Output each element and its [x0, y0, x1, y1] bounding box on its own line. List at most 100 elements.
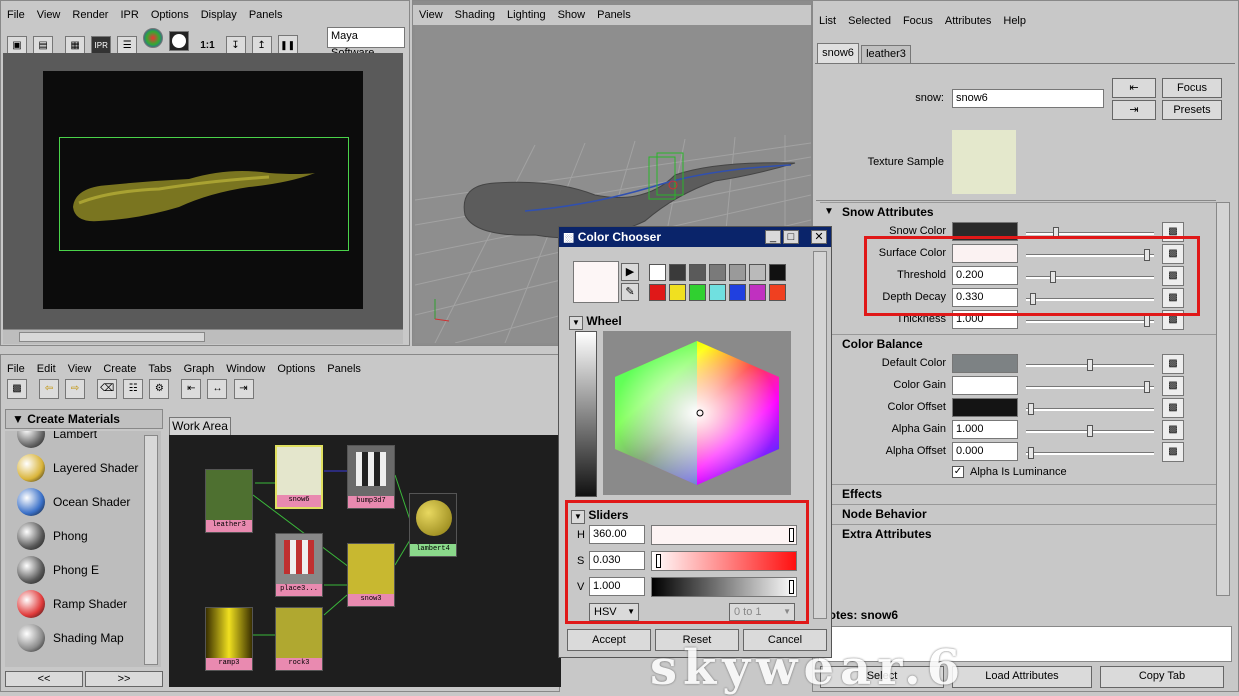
attr-slider[interactable]	[1026, 359, 1154, 371]
render-scroll-thumb[interactable]	[19, 332, 205, 342]
palette-swatch[interactable]	[729, 264, 746, 281]
node-bump3d7[interactable]: bump3d7	[347, 445, 395, 509]
viewport-menu-lighting[interactable]: Lighting	[507, 9, 546, 21]
hs-menu-view[interactable]: View	[68, 363, 92, 375]
node-behavior-header[interactable]: Node Behavior	[820, 504, 1216, 522]
toggle-panels-icon[interactable]: ▩	[7, 379, 27, 399]
render-menu-options[interactable]: Options	[151, 9, 189, 21]
hue-hexagon[interactable]	[603, 331, 791, 495]
color-balance-header[interactable]: Color Balance	[820, 334, 1216, 352]
presets-button[interactable]: Presets	[1162, 100, 1222, 120]
materials-scrollbar[interactable]	[144, 435, 158, 665]
map-texture-button[interactable]: ▩	[1162, 376, 1184, 396]
extra-attributes-header[interactable]: Extra Attributes	[820, 524, 1216, 542]
nav-next-button[interactable]: >>	[85, 671, 163, 687]
ae-menu-focus[interactable]: Focus	[903, 15, 933, 27]
node-leather3[interactable]: leather3	[205, 469, 253, 533]
v-slider[interactable]	[651, 577, 797, 597]
apply-arrow-icon[interactable]: ▶	[621, 263, 639, 281]
render-menu-panels[interactable]: Panels	[249, 9, 283, 21]
value-strip[interactable]	[575, 331, 597, 497]
attr-color-swatch[interactable]	[952, 354, 1018, 373]
attr-slider[interactable]	[1026, 447, 1154, 459]
work-area[interactable]: leather3 snow6 bump3d7 lambert4 place3..…	[169, 435, 561, 687]
create-materials-header[interactable]: ▼ Create Materials	[5, 409, 163, 429]
color-wheel[interactable]	[603, 331, 791, 495]
node-name-field[interactable]: snow6	[952, 89, 1104, 108]
s-slider-handle[interactable]	[656, 554, 661, 568]
input-connections-icon[interactable]: ⇤	[181, 379, 202, 399]
hs-menu-tabs[interactable]: Tabs	[148, 363, 171, 375]
palette-swatch[interactable]	[689, 264, 706, 281]
material-item[interactable]: Lambert	[17, 431, 97, 449]
attr-slider-knob[interactable]	[1028, 447, 1035, 459]
sliders-header[interactable]: ▼ Sliders	[571, 507, 771, 524]
load-attributes-button[interactable]: Load Attributes	[952, 666, 1092, 688]
node-place3[interactable]: place3...	[275, 533, 323, 597]
mode-dropdown[interactable]: HSV ▼	[589, 603, 639, 621]
palette-swatch[interactable]	[669, 264, 686, 281]
ae-menu-attributes[interactable]: Attributes	[945, 15, 991, 27]
hs-menu-graph[interactable]: Graph	[184, 363, 215, 375]
snow-attributes-header[interactable]: ▼ Snow Attributes	[820, 202, 1216, 220]
attr-color-swatch[interactable]	[952, 376, 1018, 395]
hs-menu-options[interactable]: Options	[277, 363, 315, 375]
alpha-channel-icon[interactable]	[169, 31, 190, 51]
palette-swatch[interactable]	[649, 264, 666, 281]
palette-swatch[interactable]	[649, 284, 666, 301]
ae-menu-help[interactable]: Help	[1003, 15, 1026, 27]
minimize-icon[interactable]: _	[765, 230, 781, 244]
palette-swatch[interactable]	[769, 284, 786, 301]
node-snow3[interactable]: snow3	[347, 543, 395, 607]
attr-color-swatch[interactable]	[952, 398, 1018, 417]
node-lambert4[interactable]: lambert4	[409, 493, 457, 557]
hs-menu-edit[interactable]: Edit	[37, 363, 56, 375]
arrow-left-icon[interactable]: ⇦	[39, 379, 60, 399]
rgb-channels-icon[interactable]	[143, 28, 164, 48]
network-icon[interactable]: ⚙	[149, 379, 170, 399]
ae-scrollbar[interactable]	[1216, 202, 1230, 596]
s-field[interactable]: 0.030	[589, 551, 645, 570]
focus-button[interactable]: Focus	[1162, 78, 1222, 98]
material-item[interactable]: Layered Shader	[17, 453, 138, 483]
attr-slider-knob[interactable]	[1087, 425, 1093, 437]
ae-menu-list[interactable]: List	[819, 15, 836, 27]
output-connection-button[interactable]: ⇥	[1112, 100, 1156, 120]
viewport-menu-shading[interactable]: Shading	[455, 9, 495, 21]
input-connection-button[interactable]: ⇤	[1112, 78, 1156, 98]
node-ramp3[interactable]: ramp3	[205, 607, 253, 671]
render-menu-render[interactable]: Render	[72, 9, 108, 21]
render-menu-file[interactable]: File	[7, 9, 25, 21]
pause-icon[interactable]: ❚❚	[277, 35, 298, 55]
h-slider-handle[interactable]	[789, 528, 794, 542]
attr-slider-knob[interactable]	[1144, 381, 1151, 393]
hs-menu-create[interactable]: Create	[103, 363, 136, 375]
work-area-tab[interactable]: Work Area	[169, 417, 231, 435]
hs-menu-file[interactable]: File	[7, 363, 25, 375]
palette-swatch[interactable]	[749, 284, 766, 301]
attr-slider[interactable]	[1026, 425, 1154, 437]
attr-slider[interactable]	[1026, 381, 1154, 393]
maximize-icon[interactable]: □	[783, 230, 799, 244]
hs-menu-window[interactable]: Window	[226, 363, 265, 375]
close-icon[interactable]: ✕	[811, 230, 827, 244]
eraser-icon[interactable]: ⌫	[97, 379, 118, 399]
material-item[interactable]: Phong	[17, 521, 88, 551]
node-rock3[interactable]: rock3	[275, 607, 323, 671]
render-menu-ipr[interactable]: IPR	[120, 9, 138, 21]
renderer-field[interactable]: Maya Software	[327, 27, 405, 59]
palette-swatch[interactable]	[689, 284, 706, 301]
arrow-right-icon[interactable]: ⇨	[65, 379, 86, 399]
h-field[interactable]: 360.00	[589, 525, 645, 544]
map-texture-button[interactable]: ▩	[1162, 420, 1184, 440]
ae-menu-selected[interactable]: Selected	[848, 15, 891, 27]
attr-slider[interactable]	[1026, 227, 1154, 239]
attr-slider[interactable]	[1026, 315, 1154, 327]
palette-swatch[interactable]	[709, 284, 726, 301]
v-field[interactable]: 1.000	[589, 577, 645, 596]
render-menu-view[interactable]: View	[37, 9, 61, 21]
render-scrollbar[interactable]	[3, 329, 403, 344]
material-item[interactable]: Ocean Shader	[17, 487, 130, 517]
io-connections-icon[interactable]: ↔	[207, 379, 228, 399]
output-connections-icon[interactable]: ⇥	[233, 379, 254, 399]
